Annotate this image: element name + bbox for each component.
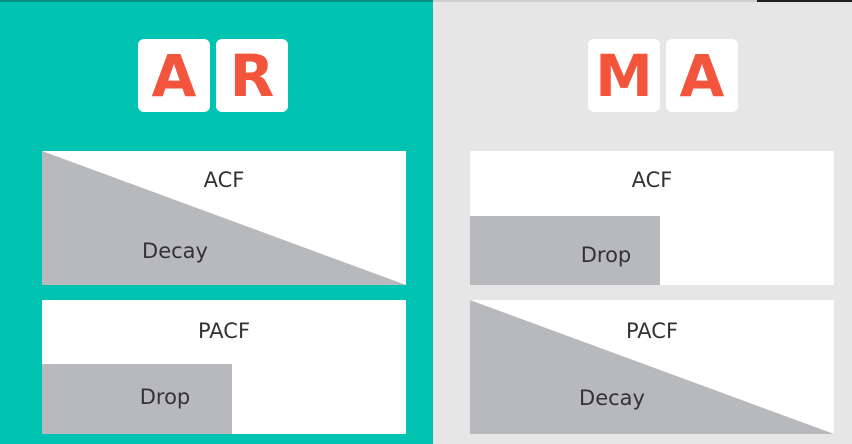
ar-pacf-title: PACF: [197, 319, 251, 343]
top-border-dark-segment: [757, 0, 852, 2]
ar-tile-r: R: [216, 39, 288, 112]
ar-pacf-card: PACF Drop: [42, 300, 406, 434]
top-border-left: [0, 0, 433, 2]
ma-pacf-title: PACF: [625, 319, 679, 343]
ma-title-tiles: M A: [588, 39, 738, 112]
ar-acf-title: ACF: [203, 168, 245, 192]
ma-pacf-card: PACF Decay: [470, 300, 834, 434]
top-border-right: [433, 0, 852, 2]
ar-pacf-drop-shape: [42, 364, 232, 434]
ar-acf-pattern-label: Decay: [142, 239, 208, 263]
ma-tile-m: M: [588, 39, 660, 112]
ar-pacf-pattern-label: Drop: [139, 385, 191, 409]
ma-acf-title: ACF: [631, 168, 673, 192]
ma-acf-card: ACF Drop: [470, 151, 834, 285]
ar-acf-card: ACF Decay: [42, 151, 406, 285]
ar-title-tiles: A R: [138, 39, 288, 112]
ma-tile-a: A: [666, 39, 738, 112]
ma-acf-drop-shape: [470, 216, 660, 285]
ma-pacf-pattern-label: Decay: [579, 386, 645, 410]
ar-tile-a: A: [138, 39, 210, 112]
ma-acf-pattern-label: Drop: [580, 243, 632, 267]
